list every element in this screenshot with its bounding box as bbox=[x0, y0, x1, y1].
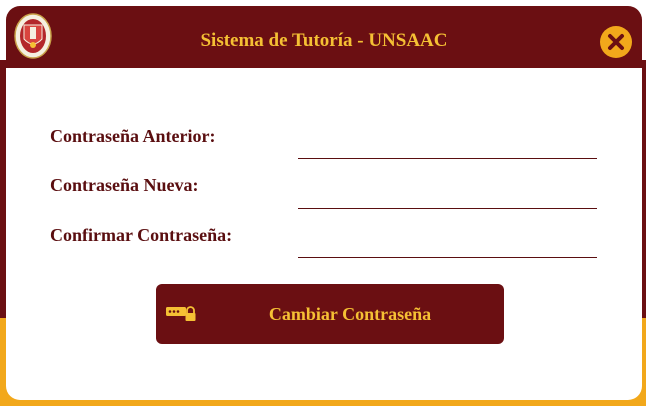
new-password-input[interactable] bbox=[298, 182, 597, 209]
change-password-button[interactable]: Cambiar Contraseña bbox=[156, 284, 504, 344]
confirm-password-input[interactable] bbox=[298, 231, 597, 258]
change-password-label: Cambiar Contraseña bbox=[268, 304, 432, 324]
change-password-dialog: Sistema de Tutoría - UNSAAC Contraseña A… bbox=[6, 6, 642, 400]
password-lock-icon bbox=[166, 306, 196, 321]
old-password-label: Contraseña Anterior: bbox=[50, 126, 216, 146]
confirm-password-label: Confirmar Contraseña: bbox=[50, 225, 233, 245]
close-circle-icon bbox=[608, 34, 624, 50]
window-title: Sistema de Tutoría - UNSAAC bbox=[200, 30, 448, 51]
title-bar: Sistema de Tutoría - UNSAAC bbox=[6, 6, 642, 68]
old-password-input[interactable] bbox=[298, 132, 597, 159]
new-password-label: Contraseña Nueva: bbox=[50, 175, 199, 195]
close-button[interactable] bbox=[600, 26, 632, 58]
